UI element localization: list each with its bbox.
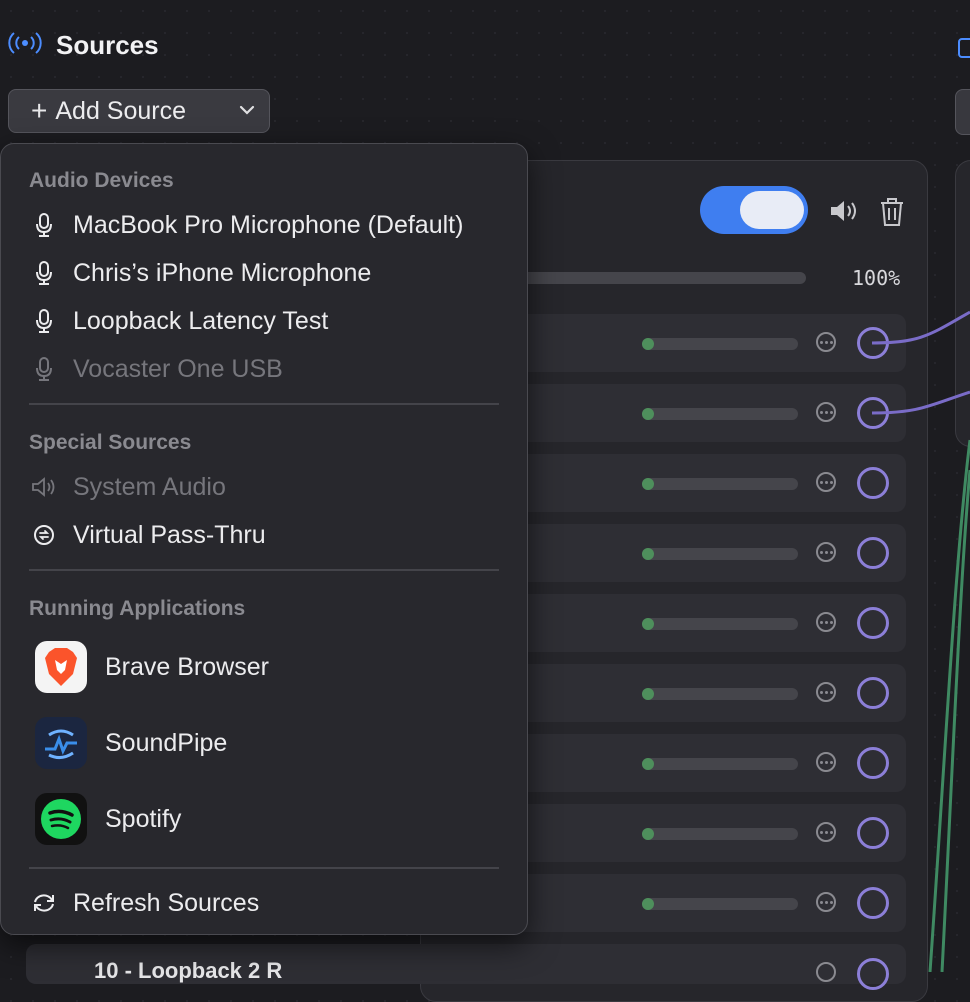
level-meter <box>642 758 798 770</box>
level-meter <box>642 408 798 420</box>
menu-item-label: MacBook Pro Microphone (Default) <box>73 210 464 239</box>
more-icon[interactable] <box>816 682 836 702</box>
plus-icon: + <box>31 95 48 126</box>
menu-item-label: SoundPipe <box>105 728 228 757</box>
menu-divider <box>29 867 499 869</box>
level-meter <box>642 618 798 630</box>
spotify-icon <box>35 793 87 845</box>
menu-item-vocaster: Vocaster One USB <box>29 349 283 389</box>
menu-item-brave[interactable]: Brave Browser <box>35 641 269 693</box>
connection-port[interactable] <box>857 607 889 639</box>
menu-item-label: Loopback Latency Test <box>73 306 329 335</box>
add-output-button[interactable] <box>955 89 970 135</box>
more-icon[interactable] <box>816 892 836 912</box>
toggle-knob <box>740 191 804 229</box>
menu-item-label: Chris’s iPhone Microphone <box>73 258 372 287</box>
volume-percent: 100% <box>852 266 901 290</box>
chevron-down-icon <box>239 102 255 120</box>
level-meter <box>642 898 798 910</box>
more-icon[interactable] <box>816 612 836 632</box>
add-source-button[interactable]: + Add Source <box>8 89 270 133</box>
trash-icon[interactable] <box>878 196 906 233</box>
source-enable-toggle[interactable] <box>700 186 808 234</box>
menu-item-virtual-pass-thru[interactable]: Virtual Pass-Thru <box>29 515 266 555</box>
level-meter <box>642 548 798 560</box>
more-icon[interactable] <box>816 962 836 982</box>
menu-item-label: System Audio <box>73 472 226 501</box>
speaker-icon[interactable] <box>828 198 860 229</box>
brave-icon <box>35 641 87 693</box>
connection-port[interactable] <box>857 817 889 849</box>
menu-item-label: Spotify <box>105 804 182 833</box>
more-icon[interactable] <box>816 472 836 492</box>
microphone-icon <box>29 356 59 382</box>
section-header-apps: Running Applications <box>29 597 246 620</box>
page-title: Sources <box>56 30 159 60</box>
microphone-icon <box>29 212 59 238</box>
connection-port[interactable] <box>857 958 889 990</box>
connection-port[interactable] <box>857 327 889 359</box>
channel-label: 10 - Loopback 2 R <box>94 958 283 983</box>
connection-port[interactable] <box>857 397 889 429</box>
section-header-special: Special Sources <box>29 431 192 454</box>
level-meter <box>642 338 798 350</box>
more-icon[interactable] <box>816 542 836 562</box>
connection-port[interactable] <box>857 747 889 779</box>
output-icon <box>958 38 970 58</box>
menu-item-label: Vocaster One USB <box>73 354 283 383</box>
level-meter <box>642 478 798 490</box>
menu-item-system-audio: System Audio <box>29 467 226 507</box>
menu-divider <box>29 569 499 571</box>
soundpipe-icon <box>35 717 87 769</box>
broadcast-icon <box>8 31 42 60</box>
menu-item-refresh[interactable]: Refresh Sources <box>29 883 259 923</box>
channel-row: 10 - Loopback 2 R <box>26 944 906 990</box>
microphone-icon <box>29 260 59 286</box>
menu-divider <box>29 403 499 405</box>
refresh-icon <box>29 892 59 914</box>
microphone-icon <box>29 308 59 334</box>
menu-item-iphone-mic[interactable]: Chris’s iPhone Microphone <box>29 253 371 293</box>
add-source-label: Add Source <box>55 96 186 125</box>
connection-port[interactable] <box>857 887 889 919</box>
menu-item-label: Brave Browser <box>105 652 269 681</box>
section-header-audio-devices: Audio Devices <box>29 169 174 192</box>
menu-item-loopback-latency[interactable]: Loopback Latency Test <box>29 301 328 341</box>
connection-port[interactable] <box>857 467 889 499</box>
output-panel <box>955 160 970 447</box>
volume-slider[interactable] <box>520 272 806 284</box>
more-icon[interactable] <box>816 752 836 772</box>
menu-item-label: Virtual Pass-Thru <box>73 520 266 549</box>
more-icon[interactable] <box>816 332 836 352</box>
add-source-menu: Audio Devices MacBook Pro Microphone (De… <box>0 143 528 935</box>
sources-header: Sources <box>8 30 159 61</box>
menu-item-soundpipe[interactable]: SoundPipe <box>35 717 227 769</box>
menu-item-spotify[interactable]: Spotify <box>35 793 181 845</box>
level-meter <box>642 688 798 700</box>
speaker-icon <box>29 476 59 498</box>
menu-item-macbook-mic[interactable]: MacBook Pro Microphone (Default) <box>29 205 463 245</box>
menu-item-label: Refresh Sources <box>73 888 260 917</box>
passthru-icon <box>29 524 59 546</box>
connection-port[interactable] <box>857 537 889 569</box>
more-icon[interactable] <box>816 402 836 422</box>
more-icon[interactable] <box>816 822 836 842</box>
connection-port[interactable] <box>857 677 889 709</box>
level-meter <box>642 828 798 840</box>
